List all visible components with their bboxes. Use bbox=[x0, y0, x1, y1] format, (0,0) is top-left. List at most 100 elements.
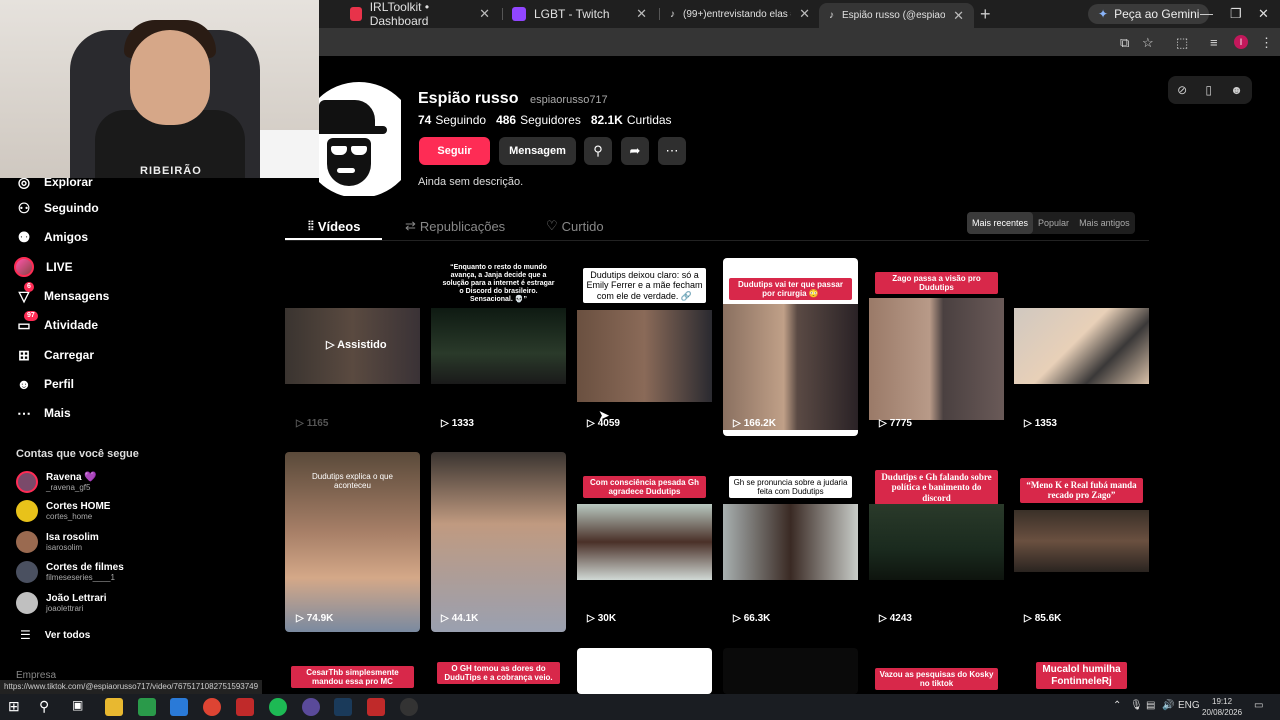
list-icon: ☰ bbox=[20, 628, 31, 642]
following-account[interactable]: Cortes HOME cortes_home bbox=[16, 500, 110, 522]
extensions-icon[interactable]: ⬚ bbox=[1176, 35, 1188, 51]
video-card[interactable]: “Enquanto o resto do mundo avança, a Jan… bbox=[431, 258, 566, 438]
taskbar: ⊞ ⚲ ▣ ⌃ 🎙 ▤ 🔊 ENG 19:12 20/08/2026 ▭ bbox=[0, 694, 1280, 720]
notifications-icon[interactable]: ▭ bbox=[1254, 700, 1263, 711]
sidebar-item-profile[interactable]: ☻ Perfil bbox=[16, 376, 74, 392]
media-icon[interactable]: ≡ bbox=[1210, 35, 1218, 50]
video-card[interactable]: CesarThb simplesmente mandou essa pro MC bbox=[285, 648, 420, 694]
sort-oldest[interactable]: Mais antigos bbox=[1074, 212, 1135, 234]
avatar bbox=[16, 531, 38, 553]
sidebar-item-live[interactable]: LIVE bbox=[14, 257, 73, 277]
clock[interactable]: 19:12 20/08/2026 bbox=[1202, 696, 1242, 718]
account-username: cortes_home bbox=[46, 512, 93, 521]
tab-videos[interactable]: ⦙⦙ Vídeos bbox=[308, 218, 360, 234]
network-icon[interactable]: ▤ bbox=[1146, 700, 1155, 711]
video-card[interactable] bbox=[431, 452, 566, 632]
menu-kebab-icon[interactable]: ⋮ bbox=[1260, 35, 1273, 51]
video-card[interactable] bbox=[723, 648, 858, 694]
spotify-icon[interactable] bbox=[269, 698, 287, 716]
close-tab-icon[interactable]: ✕ bbox=[636, 6, 647, 22]
more-options-icon[interactable]: ⋯ bbox=[658, 137, 686, 165]
tab-entrevistando[interactable]: ♪ (99+)entrevistando elas #jonvl ✕ bbox=[660, 3, 820, 25]
following-account[interactable]: João Lettrari joaolettrari bbox=[16, 592, 107, 614]
close-tab-icon[interactable]: ✕ bbox=[479, 6, 490, 22]
obs-icon[interactable] bbox=[302, 698, 320, 716]
sort-recent[interactable]: Mais recentes bbox=[967, 212, 1034, 234]
restore-icon[interactable]: ❐ bbox=[1230, 6, 1242, 22]
mic-icon[interactable]: 🎙 bbox=[1130, 700, 1143, 711]
view-count: ▷ 85.6K bbox=[1024, 613, 1062, 624]
video-card[interactable]: Zago passa a visão pro Dudutips bbox=[869, 258, 1004, 438]
new-tab-icon[interactable]: + bbox=[980, 4, 991, 25]
video-card[interactable]: Com consciência pesada Gh agradece Dudut… bbox=[577, 452, 712, 632]
followers-stat[interactable]: 486 Seguidores bbox=[496, 113, 581, 127]
sidebar-item-upload[interactable]: ⊞ Carregar bbox=[16, 347, 94, 363]
close-window-icon[interactable]: ✕ bbox=[1258, 6, 1269, 22]
sidebar-item-friends[interactable]: ⚉ Amigos bbox=[16, 229, 88, 245]
video-card[interactable] bbox=[577, 648, 712, 694]
tab-lgbt-twitch[interactable]: LGBT - Twitch ✕ bbox=[502, 3, 657, 25]
share-icon[interactable]: ➦ bbox=[621, 137, 649, 165]
video-card[interactable]: Vazou as pesquisas do Kosky no tiktok bbox=[869, 648, 1004, 694]
translate-icon[interactable]: ⧉ bbox=[1120, 35, 1129, 51]
video-card[interactable]: Dudutips vai ter que passar por cirurgia… bbox=[723, 258, 858, 436]
following-account[interactable]: Isa rosolim isarosolim bbox=[16, 531, 99, 553]
gemini-sparkle-icon: ✦ bbox=[1098, 7, 1109, 21]
browser-profile-avatar[interactable]: I bbox=[1234, 35, 1248, 49]
view-count: ▷ 66.3K bbox=[733, 613, 771, 624]
video-card[interactable]: Dudutips e Gh falando sobre política e b… bbox=[869, 452, 1004, 632]
video-card[interactable]: O GH tomou as dores do DuduTips e a cobr… bbox=[431, 648, 566, 694]
windows-start-icon[interactable]: ⊞ bbox=[8, 698, 26, 716]
tab-liked[interactable]: ♡ Curtido bbox=[546, 218, 604, 234]
minimize-icon[interactable]: — bbox=[1200, 6, 1213, 21]
file-explorer-icon[interactable] bbox=[105, 698, 123, 716]
tab-reposts[interactable]: ⇄ Republicações bbox=[405, 218, 505, 234]
following-account[interactable]: Ravena 💜 _ravena_gf5 bbox=[16, 471, 97, 493]
view-count: ▷ 44.1K bbox=[441, 613, 479, 624]
bookmark-star-icon[interactable]: ☆ bbox=[1142, 35, 1154, 51]
close-tab-icon[interactable]: ✕ bbox=[953, 8, 964, 24]
video-card[interactable]: “Meno K e Real fubá manda recado pro Zag… bbox=[1014, 452, 1149, 632]
account-name: Ravena 💜 bbox=[46, 472, 97, 483]
phone-icon[interactable]: ▯ bbox=[1205, 83, 1212, 97]
app-icon[interactable] bbox=[400, 698, 418, 716]
see-all-button[interactable]: ☰ Ver todos bbox=[20, 628, 90, 642]
volume-icon[interactable]: 🔊 bbox=[1162, 700, 1174, 711]
avatar-icon[interactable]: ☻ bbox=[1230, 83, 1243, 97]
tab-label: Republicações bbox=[419, 218, 506, 234]
account-username: joaolettrari bbox=[46, 604, 84, 613]
tab-espiao-russo[interactable]: ♪ Espião russo (@espiaorusso717 ✕ bbox=[819, 3, 974, 28]
account-name: Cortes de filmes bbox=[46, 562, 124, 573]
video-card[interactable]: Gh se pronuncia sobre a judaria feita co… bbox=[723, 452, 858, 632]
chrome-icon[interactable] bbox=[203, 698, 221, 716]
video-card[interactable] bbox=[1014, 258, 1149, 438]
outlook-icon[interactable] bbox=[170, 698, 188, 716]
avatar bbox=[16, 471, 38, 493]
tab-irltoolkit[interactable]: IRLToolkit • Dashboard ✕ bbox=[340, 0, 500, 28]
following-account[interactable]: Cortes de filmes filmeseseries____1 bbox=[16, 561, 124, 583]
add-friend-icon[interactable]: ⚲ bbox=[584, 137, 612, 165]
voicemeeter-2-icon[interactable] bbox=[367, 698, 385, 716]
tray-chevron-icon[interactable]: ⌃ bbox=[1113, 700, 1121, 711]
task-view-icon[interactable]: ▣ bbox=[72, 698, 90, 716]
voicemeeter-icon[interactable] bbox=[236, 698, 254, 716]
follow-button[interactable]: Seguir bbox=[419, 137, 490, 165]
video-card[interactable]: Mucalol humilha FontinneleRj bbox=[1014, 648, 1149, 694]
sidebar-item-messages[interactable]: ▽ 6 Mensagens bbox=[16, 282, 109, 304]
message-button[interactable]: Mensagem bbox=[499, 137, 576, 165]
sidebar-item-activity[interactable]: ▭ 97 Atividade bbox=[16, 311, 98, 333]
sidebar-item-following[interactable]: ⚇ Seguindo bbox=[16, 200, 99, 216]
video-caption: Mucalol humilha FontinneleRj bbox=[1036, 662, 1127, 689]
store-icon[interactable] bbox=[138, 698, 156, 716]
video-caption: “Meno K e Real fubá manda recado pro Zag… bbox=[1020, 478, 1143, 503]
video-card[interactable]: Dudutips explica o que aconteceu bbox=[285, 452, 420, 632]
close-tab-icon[interactable]: ✕ bbox=[799, 6, 810, 22]
sidebar-item-more[interactable]: ⋯ Mais bbox=[16, 405, 71, 421]
sort-popular[interactable]: Popular bbox=[1033, 212, 1074, 234]
gemini-button[interactable]: ✦ Peça ao Gemini bbox=[1088, 4, 1210, 24]
following-stat[interactable]: 74 Seguindo bbox=[418, 113, 486, 127]
compass-icon[interactable]: ⊘ bbox=[1177, 83, 1187, 97]
search-icon[interactable]: ⚲ bbox=[39, 698, 57, 716]
steam-icon[interactable] bbox=[334, 698, 352, 716]
language-indicator[interactable]: ENG bbox=[1178, 700, 1200, 711]
